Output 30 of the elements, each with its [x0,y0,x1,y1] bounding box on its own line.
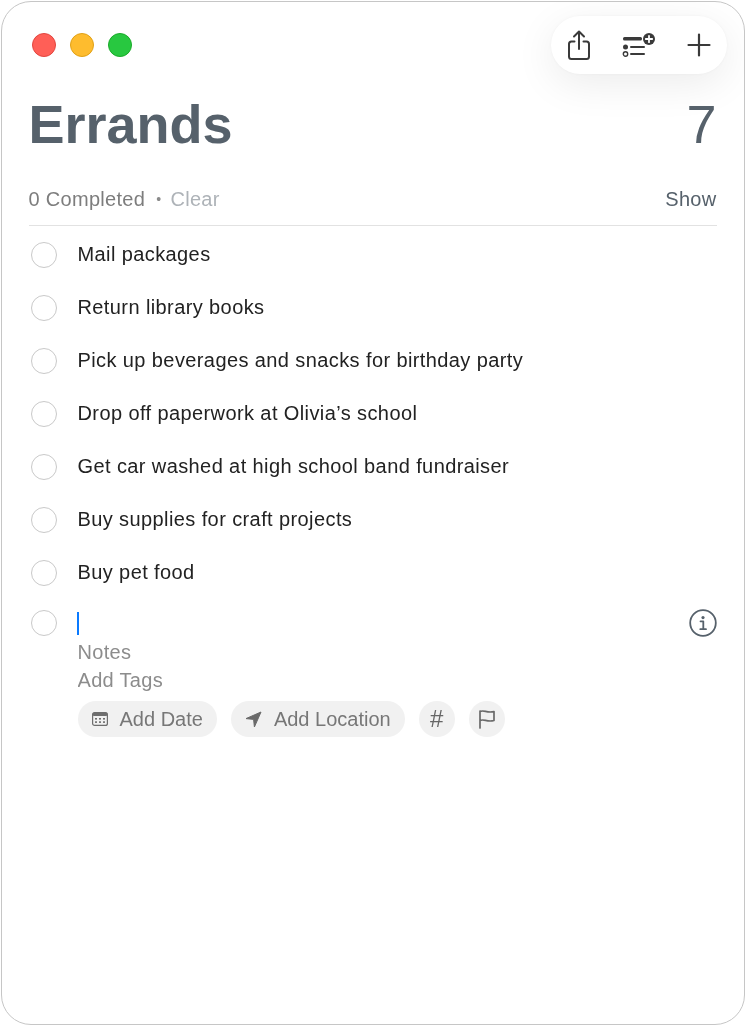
reminder-title: Buy supplies for craft projects [77,508,353,531]
item-count: 7 [686,94,717,154]
clear-button[interactable]: Clear [170,187,220,211]
reminder-title: Drop off paperwork at Olivia’s school [77,402,418,425]
list-add-icon [622,33,656,57]
info-icon [688,609,717,637]
show-button[interactable]: Show [665,187,717,211]
info-button[interactable] [688,609,717,637]
tags-field[interactable]: Add Tags [77,666,378,694]
list-title: Errands [28,94,233,154]
flag-icon [477,709,496,729]
share-icon [567,29,591,61]
calendar-icon [91,712,108,726]
flag-button[interactable] [468,701,505,737]
notes-field[interactable]: Notes [77,638,378,666]
completed-count: 0 Completed [28,187,146,211]
add-tag-button[interactable]: # [418,701,455,737]
reminder-title: Buy pet food [77,561,195,584]
add-date-button[interactable]: Add Date [77,701,217,737]
reminder-title: Pick up beverages and snacks for birthday party [77,349,524,372]
close-button[interactable] [32,33,56,57]
reminder-title: Return library books [77,296,265,319]
reminder-title: Get car washed at high school band fundraiser [77,455,510,478]
minimize-button[interactable] [70,33,94,57]
separator: • [156,190,162,209]
zoom-button[interactable] [108,33,132,57]
plus-icon [687,33,711,57]
reminder-title: Mail packages [77,243,211,266]
add-location-button[interactable]: Add Location [230,701,405,737]
location-arrow-icon [244,710,262,728]
